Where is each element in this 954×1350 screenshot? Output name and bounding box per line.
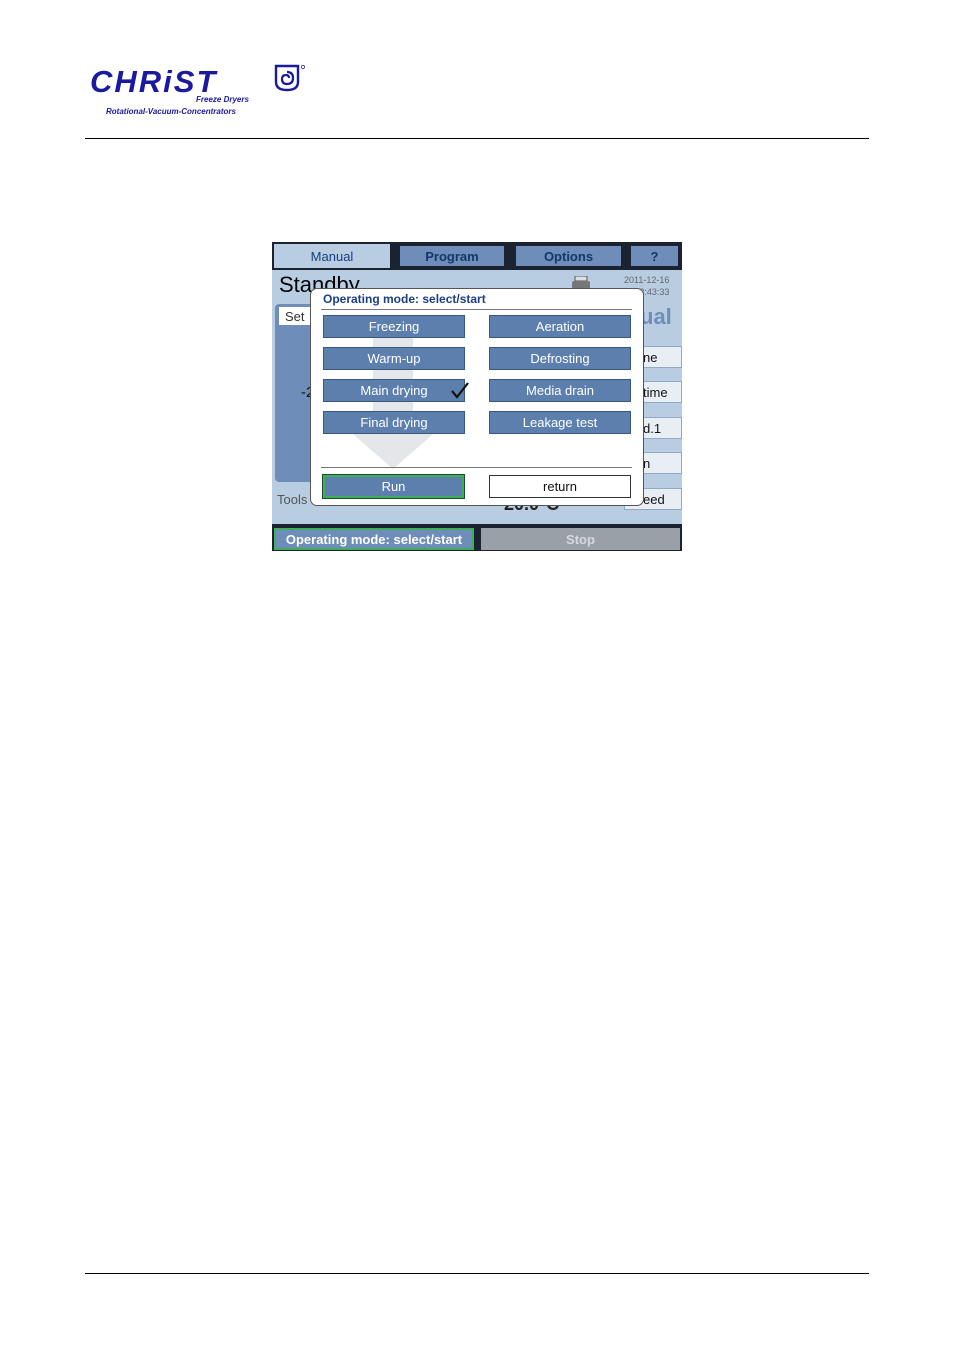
stop-button[interactable]: Stop (481, 528, 680, 550)
logo-subtitle-freeze-dryers: Freeze Dryers (196, 95, 249, 104)
tab-program[interactable]: Program (398, 244, 506, 268)
mode-button-main-drying[interactable]: Main drying (323, 379, 465, 402)
tab-options[interactable]: Options (514, 244, 623, 268)
header-rule (85, 138, 869, 139)
christ-wordmark: CHRiST (90, 66, 218, 96)
spiral-emblem-icon (274, 64, 305, 92)
mode-button-media-drain[interactable]: Media drain (489, 379, 631, 402)
logo-subtitle-rvc: Rotational-Vacuum-Concentrators (106, 107, 236, 116)
mode-button-defrosting[interactable]: Defrosting (489, 347, 631, 370)
mode-button-warm-up[interactable]: Warm-up (323, 347, 465, 370)
dialog-title: Operating mode: select/start (323, 292, 486, 306)
mode-button-aeration[interactable]: Aeration (489, 315, 631, 338)
mode-button-leakage-test[interactable]: Leakage test (489, 411, 631, 434)
mode-button-final-drying[interactable]: Final drying (323, 411, 465, 434)
checkmark-icon (451, 382, 469, 399)
footer-rule (85, 1273, 869, 1274)
mode-label: ual (640, 304, 672, 329)
operating-mode-status-button[interactable]: Operating mode: select/start (274, 528, 474, 550)
date-text: 2011-12-16 (624, 275, 670, 285)
return-button[interactable]: return (489, 475, 631, 498)
tools-label[interactable]: Tools (277, 492, 307, 507)
dialog-footer-rule (321, 467, 632, 468)
device-screen: Manual Program Options ? Standby 2011-12… (272, 242, 682, 551)
operating-mode-dialog: Operating mode: select/start Freezing Ae… (310, 288, 644, 506)
dialog-title-rule (321, 309, 632, 310)
tab-help[interactable]: ? (629, 244, 680, 268)
mode-button-freezing[interactable]: Freezing (323, 315, 465, 338)
tab-manual[interactable]: Manual (274, 244, 390, 268)
christ-logo: CHRiST Freeze Dryers Rotational-Vacuum-C… (88, 60, 318, 122)
run-button[interactable]: Run (322, 474, 465, 499)
set-button[interactable]: Set (278, 306, 314, 326)
svg-text:CHRiST: CHRiST (90, 66, 218, 96)
